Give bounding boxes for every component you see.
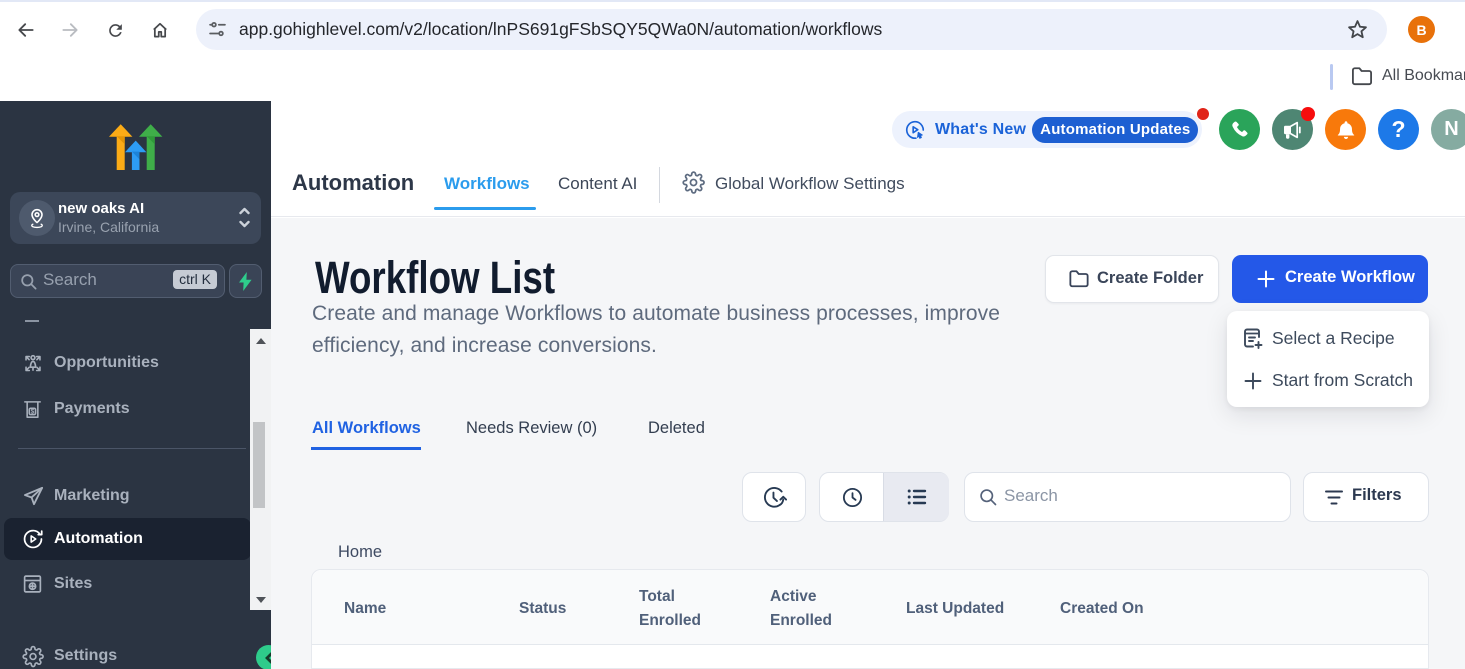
svg-text:$: $: [31, 409, 35, 416]
